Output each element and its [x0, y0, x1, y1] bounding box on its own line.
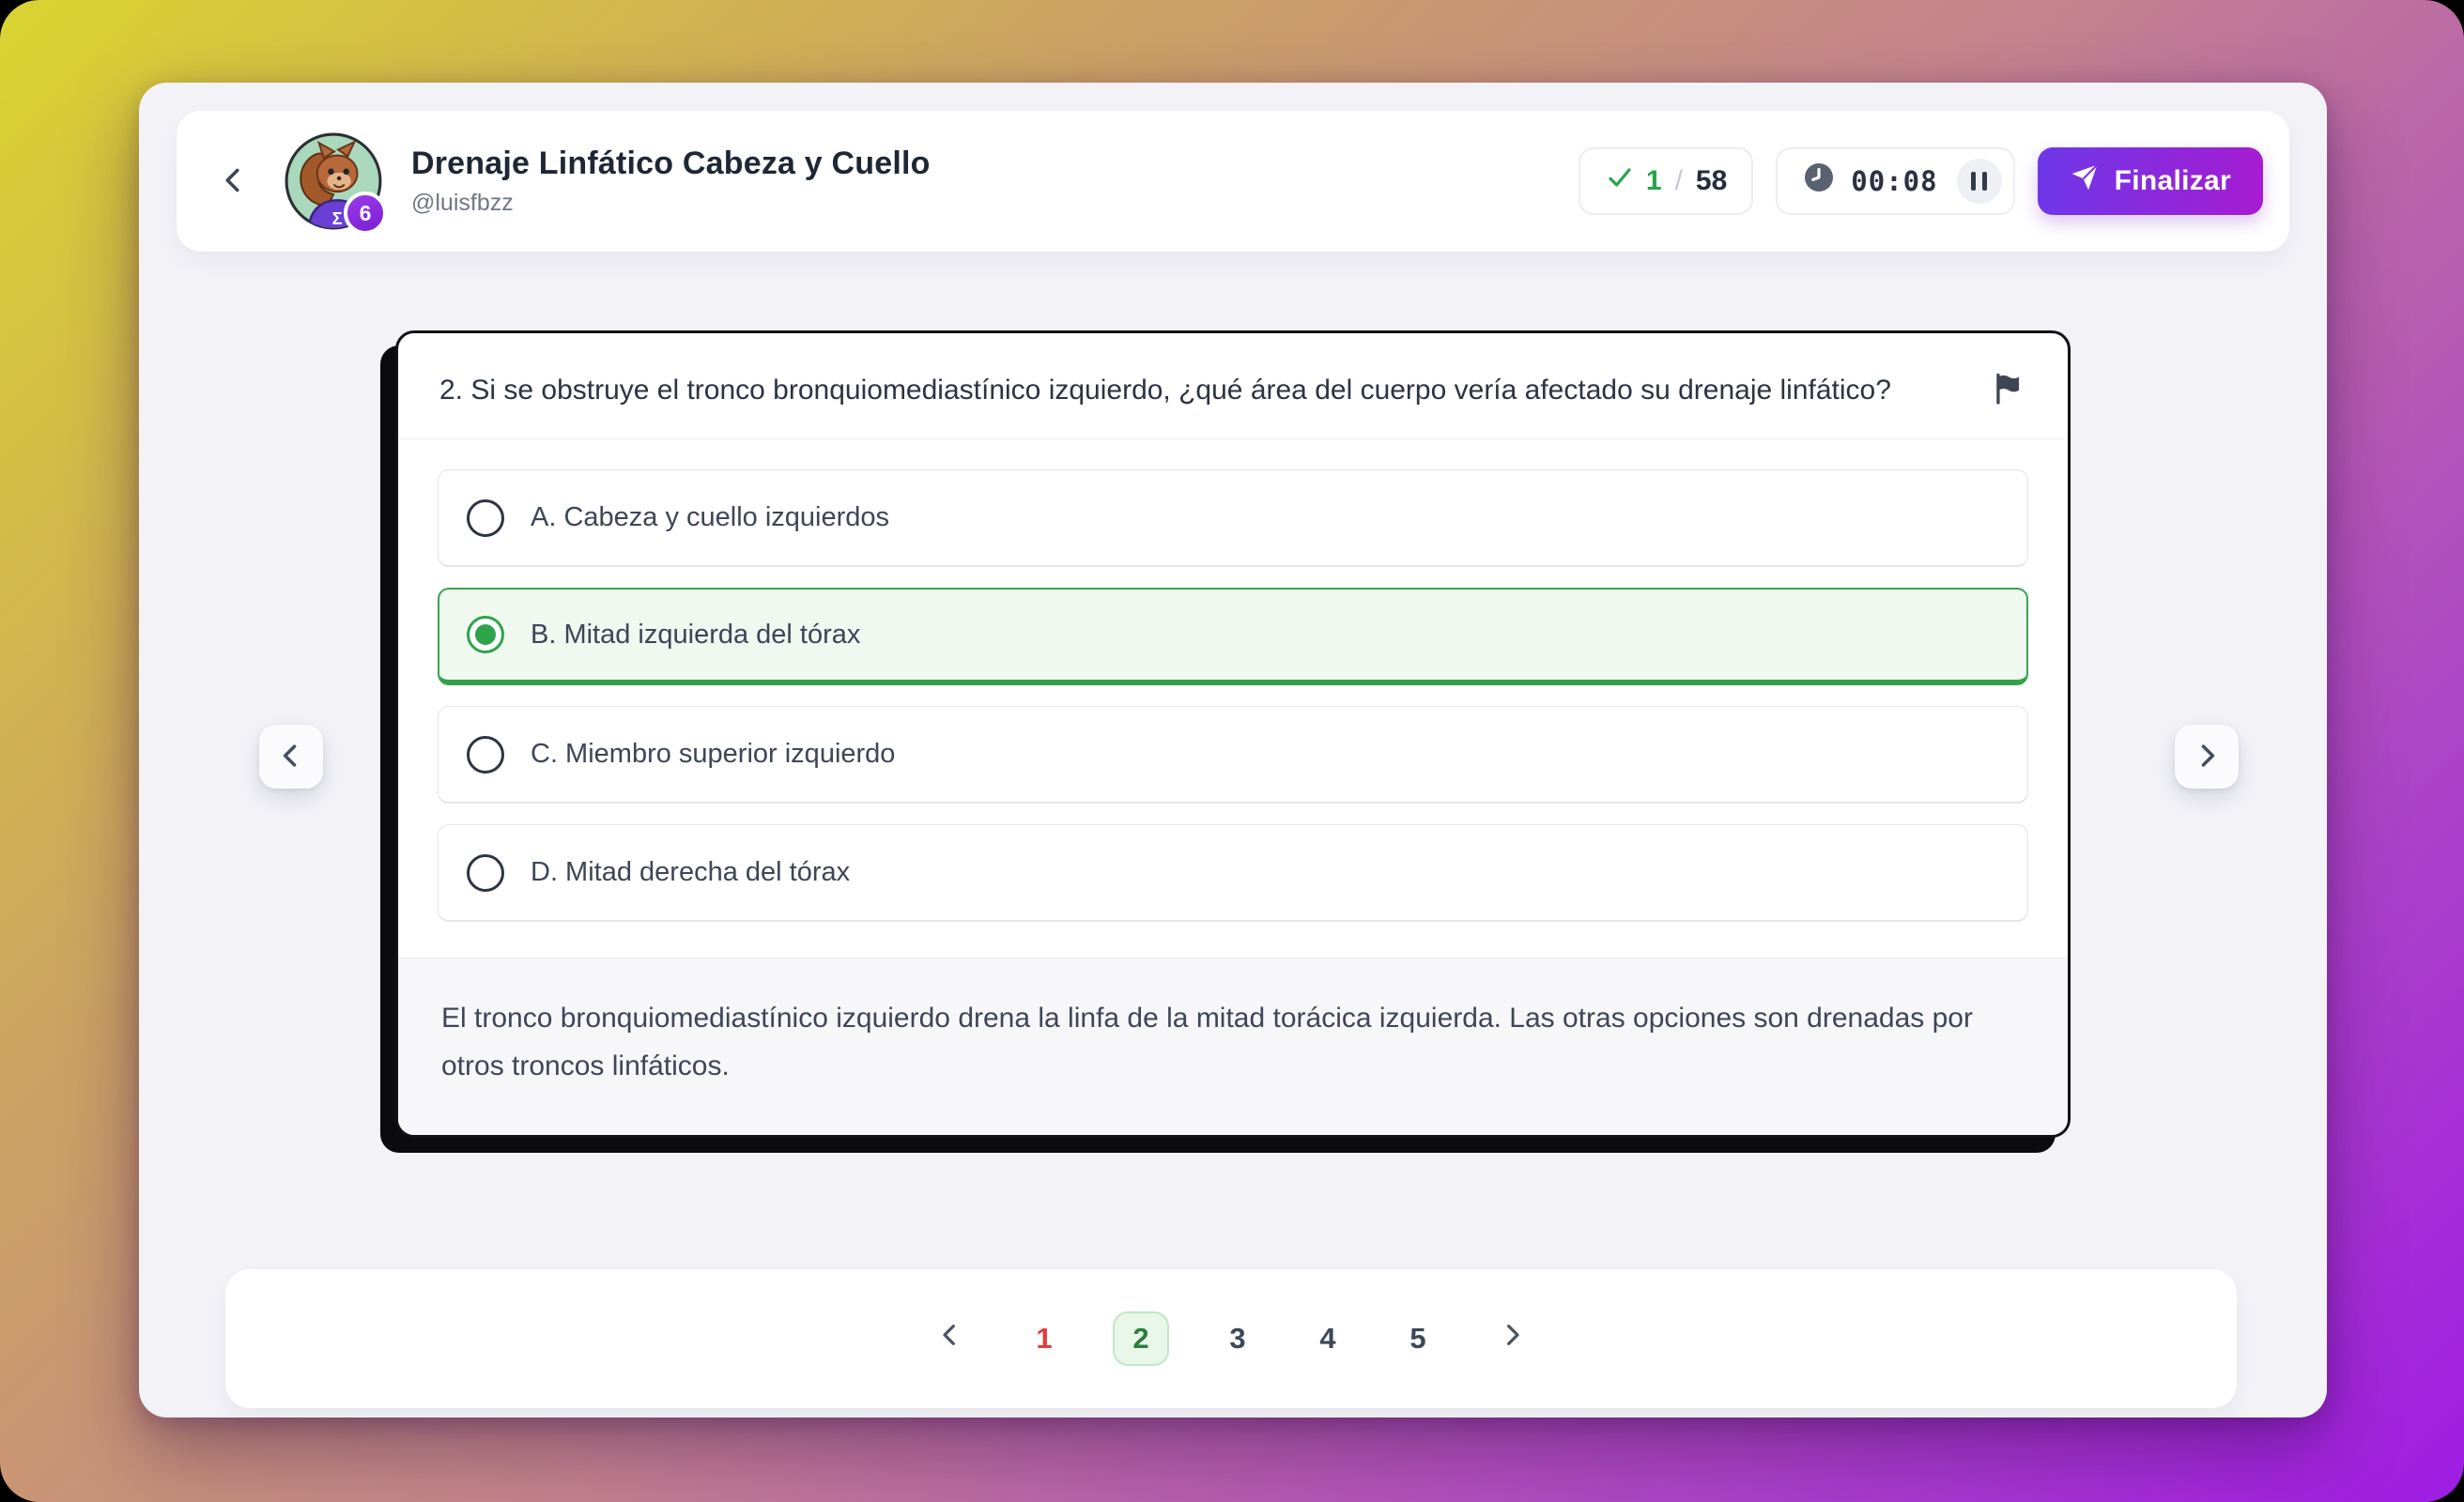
page-button-1[interactable]: 1 — [1023, 1311, 1066, 1366]
page-title: Drenaje Linfático Cabeza y Cuello — [411, 146, 931, 182]
answer-option-d[interactable]: D. Mitad derecha del tórax — [438, 824, 2028, 922]
progress-current: 1 — [1646, 165, 1662, 197]
back-button[interactable] — [208, 156, 259, 207]
username: @luisfbzz — [411, 190, 931, 217]
question-card: 2. Si se obstruye el tronco bronquiomedi… — [395, 330, 2071, 1138]
timer-pill: 00:08 — [1776, 147, 2014, 215]
flag-icon — [1991, 371, 2026, 409]
chevron-left-icon — [935, 1320, 965, 1357]
avatar-shirt-symbol: Σ — [332, 208, 343, 228]
options-list: A. Cabeza y cuello izquierdos B. Mitad i… — [398, 438, 2068, 958]
question-header: 2. Si se obstruye el tronco bronquiomedi… — [398, 333, 2068, 438]
option-label: A. Cabeza y cuello izquierdos — [531, 502, 889, 533]
answer-option-b-selected[interactable]: B. Mitad izquierda del tórax — [438, 588, 2028, 685]
next-question-button[interactable] — [2175, 725, 2239, 789]
radio-checked-icon — [467, 616, 504, 653]
quiz-panel: Σ 6 Drenaje Linfático Cabeza y Cuello @l… — [139, 83, 2327, 1418]
prev-question-button[interactable] — [259, 725, 323, 789]
pagination-bar: 1 2 3 4 5 — [225, 1269, 2237, 1408]
pagination-next-button[interactable] — [1486, 1311, 1537, 1366]
pause-button[interactable] — [1957, 159, 2002, 204]
app-window: Σ 6 Drenaje Linfático Cabeza y Cuello @l… — [0, 0, 2464, 1502]
pagination-prev-button[interactable] — [925, 1311, 976, 1366]
header: Σ 6 Drenaje Linfático Cabeza y Cuello @l… — [177, 111, 2289, 252]
option-label: B. Mitad izquierda del tórax — [531, 620, 860, 651]
page-button-3[interactable]: 3 — [1216, 1311, 1259, 1366]
flag-button[interactable] — [1991, 371, 2026, 409]
chevron-right-icon — [1497, 1320, 1527, 1357]
page-button-2-active[interactable]: 2 — [1113, 1311, 1169, 1366]
clock-icon — [1802, 161, 1836, 202]
pause-icon — [1971, 172, 1976, 191]
header-actions: 1 / 58 00:08 — [1578, 147, 2263, 215]
chevron-right-icon — [2191, 740, 2223, 774]
send-icon — [2070, 162, 2100, 200]
option-label: D. Mitad derecha del tórax — [531, 857, 850, 888]
timer-value: 00:08 — [1851, 165, 1937, 197]
radio-icon — [467, 854, 504, 892]
radio-icon — [467, 499, 504, 537]
finish-button[interactable]: Finalizar — [2038, 147, 2263, 215]
chevron-left-icon — [275, 740, 307, 774]
option-label: C. Miembro superior izquierdo — [531, 739, 895, 770]
progress-pill: 1 / 58 — [1578, 147, 1753, 215]
check-icon — [1605, 162, 1635, 200]
page-button-4[interactable]: 4 — [1306, 1311, 1349, 1366]
answer-option-a[interactable]: A. Cabeza y cuello izquierdos — [438, 469, 2028, 567]
chevron-left-icon — [217, 163, 251, 200]
level-badge: 6 — [344, 192, 387, 235]
avatar: Σ 6 — [284, 131, 383, 231]
question-text: 2. Si se obstruye el tronco bronquiomedi… — [439, 367, 1959, 414]
progress-separator: / — [1675, 165, 1683, 197]
radio-icon — [467, 736, 504, 774]
progress-total: 58 — [1696, 165, 1727, 197]
title-block: Drenaje Linfático Cabeza y Cuello @luisf… — [411, 146, 931, 217]
explanation-text: El tronco bronquiomediastínico izquierdo… — [398, 958, 2068, 1135]
page-button-5[interactable]: 5 — [1396, 1311, 1440, 1366]
answer-option-c[interactable]: C. Miembro superior izquierdo — [438, 706, 2028, 804]
finish-button-label: Finalizar — [2115, 165, 2231, 197]
